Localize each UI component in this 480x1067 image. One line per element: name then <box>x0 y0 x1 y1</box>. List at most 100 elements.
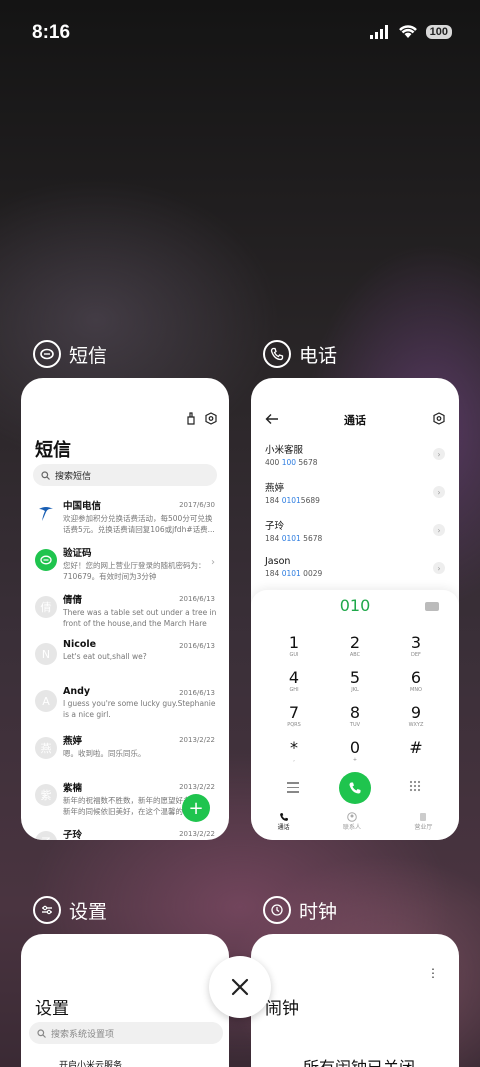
signal-icon <box>369 24 388 39</box>
dial-key[interactable]: 6 MNO <box>396 668 436 694</box>
contact-name: 燕婷 <box>265 483 285 494</box>
phone-app-header[interactable]: 电话 <box>263 340 337 368</box>
search-icon <box>37 1028 46 1038</box>
dial-key[interactable]: 5 JKL <box>335 668 375 694</box>
dial-key[interactable]: 2 ABC <box>335 634 375 659</box>
message-preview: 嗯。收到啦。同乐同乐。 <box>63 749 146 758</box>
dial-key-digit: # <box>409 738 423 757</box>
dial-key[interactable]: 0 + <box>335 738 375 764</box>
number-suffix: 5678 <box>300 534 323 543</box>
sms-app-card[interactable]: 短信 搜索短信 中国电信 2017/6/30 欢迎参加积分兑换话费活动，每500分可… <box>21 378 229 840</box>
chevron-right-icon: › <box>211 557 215 568</box>
clock-icon <box>263 896 291 924</box>
call-log-item[interactable]: 燕婷 184 01015689 › <box>265 480 445 505</box>
dial-key[interactable]: # <box>396 739 436 757</box>
message-date: 2013/2/22 <box>179 830 215 838</box>
list-item[interactable]: 倩倩倩 2016/6/13 There was a table set out un… <box>21 590 229 637</box>
number-match: 0101 <box>281 569 301 578</box>
dial-key-letters: TUV <box>349 722 361 728</box>
dial-key-letters: + <box>352 757 358 763</box>
new-message-button[interactable]: + <box>182 794 210 822</box>
settings-item-mi-cloud[interactable]: 开启小米云服务 <box>59 1058 122 1067</box>
dial-key-letters: GUI <box>289 652 299 658</box>
settings-app-header[interactable]: 设置 <box>33 896 107 924</box>
list-item[interactable]: A Andy 2016/6/13 I guess you're some lucky … <box>21 684 229 731</box>
number-prefix: 400 <box>265 458 282 467</box>
sms-app-header[interactable]: 短信 <box>33 340 107 368</box>
dial-key[interactable]: 8 TUV <box>335 704 375 729</box>
avatar: 紫 <box>35 784 57 806</box>
dial-key-letters: MNO <box>410 687 422 693</box>
tab-calls[interactable]: 通话 <box>278 812 290 840</box>
list-item[interactable]: N Nicole 2016/6/13 Let's eat out,shall we? <box>21 637 229 684</box>
contact-number: 400 100 5678 <box>265 458 445 467</box>
dial-key-digit: 5 <box>349 668 361 687</box>
contact-number: 184 0101 0029 <box>265 569 445 578</box>
list-item[interactable]: 子子玲2013/2/2210分整念9别的年、8张照片7张是你、6只小狗5只猫、4… <box>21 825 229 840</box>
wifi-icon <box>398 25 417 38</box>
list-item[interactable]: 燕燕婷 2013/2/22 嗯。收到啦。同乐同乐。 <box>21 731 229 778</box>
chevron-right-icon[interactable]: › <box>433 524 445 536</box>
clock-app-card[interactable]: ⋮ 闹钟 所有闹钟已关闭 <box>251 934 459 1067</box>
settings-app-name: 设置 <box>69 900 108 923</box>
list-item[interactable]: 中国电信 2017/6/30 欢迎参加积分兑换话费活动，每500分可兑换话费5元。兑… <box>21 496 229 543</box>
clear-all-button[interactable] <box>209 956 271 1018</box>
number-match: 100 <box>281 458 297 467</box>
close-icon <box>231 978 249 996</box>
contact-number: 184 01015689 <box>265 496 445 505</box>
sms-app-name: 短信 <box>69 344 108 367</box>
chevron-right-icon[interactable]: › <box>433 486 445 498</box>
settings-search-input[interactable]: 搜索系统设置项 <box>29 1022 223 1044</box>
phone-call-icon <box>349 782 361 794</box>
number-match: 0101 <box>281 496 301 505</box>
phone-tab-bar: 通话 联系人 营业厅 <box>251 812 459 840</box>
keypad-grid-icon[interactable] <box>409 780 421 792</box>
avatar: N <box>35 643 57 665</box>
service-tab-icon <box>420 813 427 821</box>
clean-icon[interactable] <box>185 412 197 425</box>
dial-key[interactable]: 4 GHI <box>274 668 314 694</box>
number-prefix: 184 <box>265 496 282 505</box>
message-date: 2016/6/13 <box>179 595 215 603</box>
chevron-right-icon[interactable]: › <box>433 448 445 460</box>
backspace-icon[interactable] <box>425 602 439 611</box>
dial-key[interactable]: 7 PQRS <box>274 704 314 729</box>
call-log-item[interactable]: 子玲 184 0101 5678 › <box>265 518 445 543</box>
clock-app-name: 时钟 <box>299 900 338 923</box>
dial-key-digit: 0 <box>349 738 361 757</box>
dial-key[interactable]: *, <box>274 739 314 764</box>
dial-key[interactable]: 9 WXYZ <box>396 704 436 729</box>
sms-search-input[interactable]: 搜索短信 <box>33 464 217 486</box>
avatar: A <box>35 690 57 712</box>
phone-app-card[interactable]: 通话 小米客服 400 100 5678 › 燕婷 184 01015689 › 子玲 184… <box>251 378 459 840</box>
dial-key[interactable]: 3 DEF <box>396 633 436 659</box>
chevron-right-icon[interactable]: › <box>433 562 445 574</box>
dial-key[interactable]: 1 GUI <box>274 634 314 659</box>
number-prefix: 184 <box>265 534 282 543</box>
dial-key-digit: 6 <box>410 668 422 687</box>
more-options-icon[interactable]: ⋮ <box>427 966 439 980</box>
tab-service[interactable]: 营业厅 <box>414 812 432 840</box>
dial-key-digit: 4 <box>288 668 300 687</box>
contact-number: 184 0101 5678 <box>265 534 445 543</box>
settings-icon <box>33 896 61 924</box>
alarms-empty-text: 所有闹钟已关闭 <box>303 1054 415 1067</box>
gear-icon[interactable] <box>205 412 217 425</box>
message-date: 2016/6/13 <box>179 642 215 650</box>
contact-name: 子玲 <box>265 521 285 532</box>
dial-key-digit: 3 <box>410 633 422 652</box>
call-log-item[interactable]: 小米客服 400 100 5678 › <box>265 442 445 467</box>
settings-search-placeholder: 搜索系统设置项 <box>51 1029 115 1040</box>
clock-app-header[interactable]: 时钟 <box>263 896 337 924</box>
gear-icon[interactable] <box>433 412 445 425</box>
list-item[interactable]: 验证码 › 您好！您的网上营业厅登录的随机密码为：710679。有效时间为3分钟 <box>21 543 229 590</box>
settings-app-card[interactable]: 设置 搜索系统设置项 开启小米云服务 <box>21 934 229 1067</box>
call-button[interactable] <box>339 772 371 804</box>
number-prefix: 184 <box>265 569 282 578</box>
tab-contacts[interactable]: 联系人 <box>343 812 361 840</box>
battery-indicator: 100 <box>425 24 452 39</box>
phone-header: 通话 <box>251 408 459 432</box>
call-log-item[interactable]: Jason 184 0101 0029 › <box>265 556 445 578</box>
menu-icon[interactable] <box>287 782 299 793</box>
dial-key-letters: WXYZ <box>408 722 424 728</box>
